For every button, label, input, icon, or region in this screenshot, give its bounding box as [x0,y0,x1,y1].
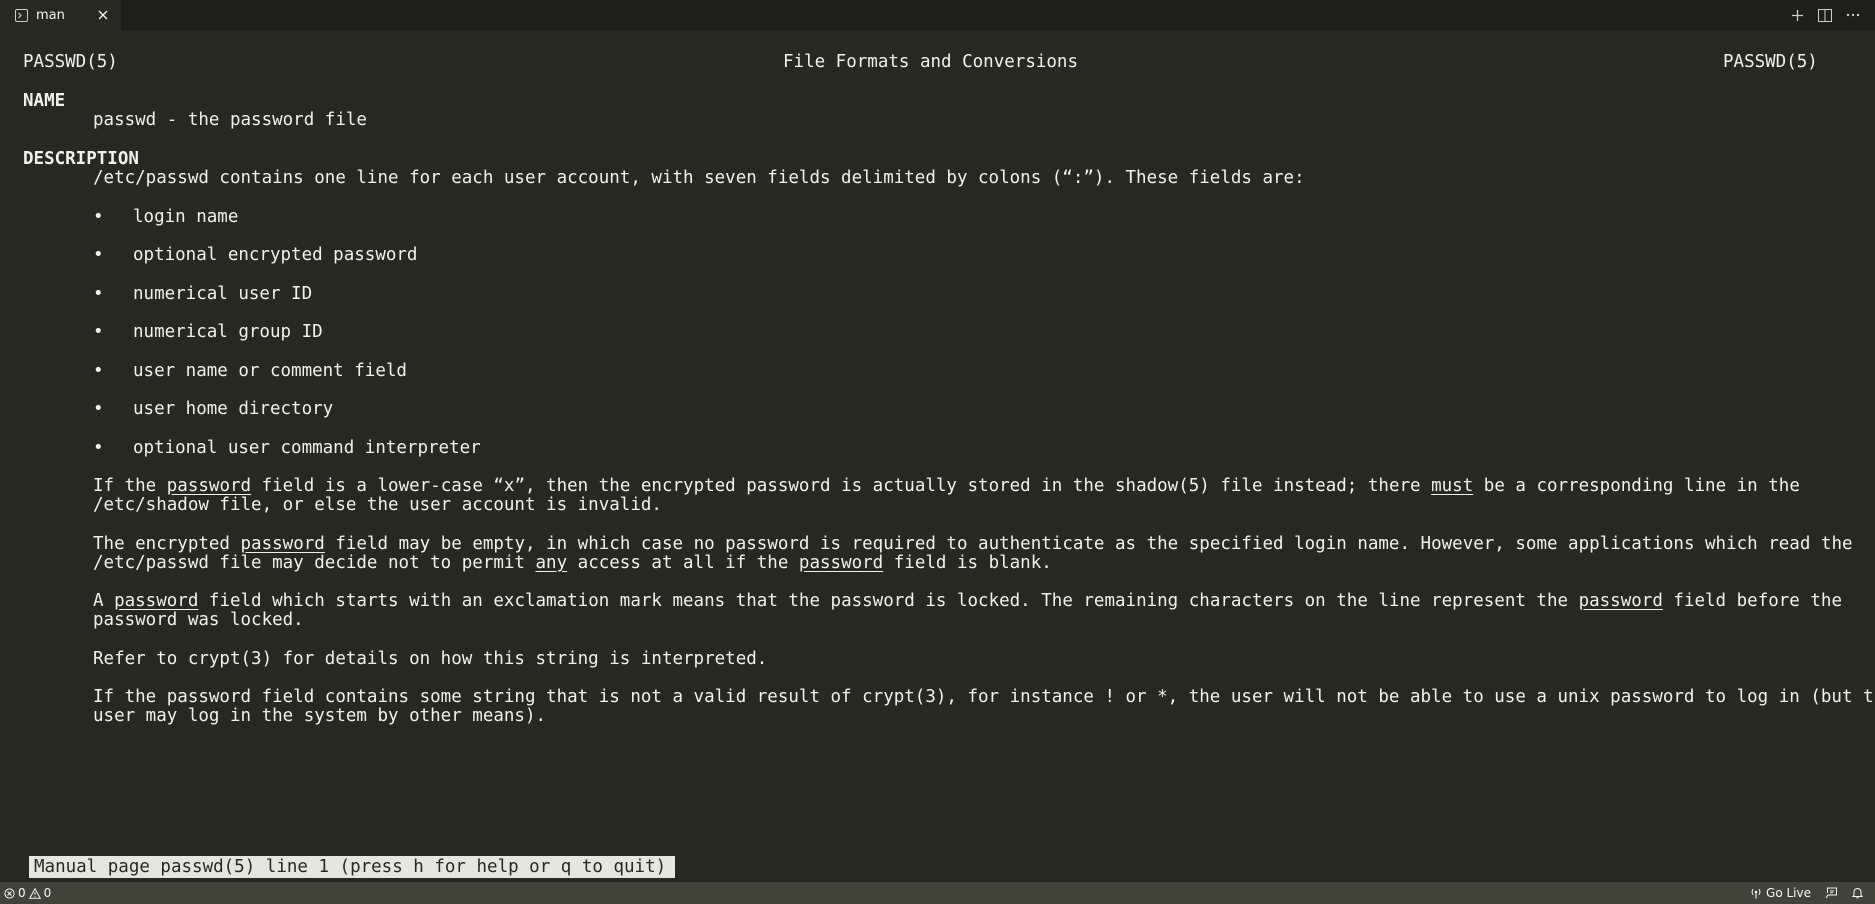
underlined-term: password [114,591,199,611]
error-count: 0 [18,886,26,900]
bullet-icon: • [93,399,104,419]
underlined-term: any [535,553,568,573]
name-text: passwd - the password file [93,110,367,130]
status-right: Go Live [1750,886,1875,900]
header-left: PASSWD(5) [23,52,118,72]
underlined-term: password [1578,591,1663,611]
bell-icon[interactable] [1852,887,1863,899]
paragraph-crypt: Refer to crypt(3) for details on how thi… [93,649,768,669]
list-item-label: numerical user ID [133,284,313,304]
text-run: If the [93,476,167,496]
bullet-icon: • [93,284,104,304]
bullet-icon: • [93,322,104,342]
status-bar: 0 0 Go Live [0,882,1875,904]
go-live-button[interactable]: Go Live [1750,886,1811,900]
text-run: field is blank. [883,553,1052,573]
terminal-icon [14,8,28,22]
man-page-content: PASSWD(5) File Formats and Conversions P… [0,30,1875,868]
warning-count: 0 [43,886,52,900]
feedback-icon[interactable] [1825,887,1838,899]
text-run: field before the [1662,591,1842,611]
text-run: The encrypted [93,534,241,554]
header-center: File Formats and Conversions [783,52,1079,72]
problems-indicator[interactable]: 0 0 [0,886,51,900]
paragraph-invalid-line2: user may log in the system by other mean… [93,706,547,726]
go-live-label: Go Live [1766,886,1811,900]
bullet-icon: • [93,438,104,458]
tab-label: man [36,7,65,23]
pager-prompt: Manual page passwd(5) line 1 (press h fo… [29,856,676,878]
description-intro: /etc/passwd contains one line for each u… [93,168,1305,188]
list-item-label: user home directory [133,399,334,419]
bullet-icon: • [93,245,104,265]
split-editor-icon[interactable] [1817,7,1833,23]
text-run: field is a lower-case “x”, then the encr… [251,476,1432,496]
paragraph-locked-line1: A password field which starts with an ex… [93,590,1842,612]
underlined-term: password [166,476,252,496]
list-item-label: optional user command interpreter [133,438,481,458]
underlined-term: password [798,553,884,573]
tab-actions [1789,0,1875,30]
paragraph-shadow-line2: /etc/shadow file, or else the user accou… [93,495,662,515]
warning-icon [28,887,41,899]
broadcast-icon [1750,887,1762,899]
text-run: A [93,591,115,611]
section-heading-name: NAME [23,91,66,111]
text-run: /etc/passwd file may decide not to permi… [93,553,536,573]
tab-bar: man [0,0,1875,30]
paragraph-locked-line2: password was locked. [93,610,304,630]
error-icon [4,887,15,899]
bullet-icon: • [93,207,104,227]
paragraph-empty-line2: /etc/passwd file may decide not to permi… [93,552,1052,574]
list-item-label: login name [133,207,239,227]
more-actions-icon[interactable] [1845,7,1861,23]
text-run: access at all if the [567,553,799,573]
list-item-label: numerical group ID [133,322,323,342]
list-item-label: optional encrypted password [133,245,418,265]
list-item-label: user name or comment field [133,361,407,381]
text-run: field may be empty, in which case no pas… [324,534,1853,554]
bullet-icon: • [93,361,104,381]
header-right: PASSWD(5) [1723,52,1818,72]
underlined-term: must [1431,476,1474,496]
text-run: be a corresponding line in the [1473,476,1800,496]
close-icon[interactable] [95,7,111,23]
underlined-term: password [240,534,325,554]
new-terminal-icon[interactable] [1789,7,1805,23]
tab-man[interactable]: man [0,0,121,30]
text-run: field which starts with an exclamation m… [198,591,1579,611]
